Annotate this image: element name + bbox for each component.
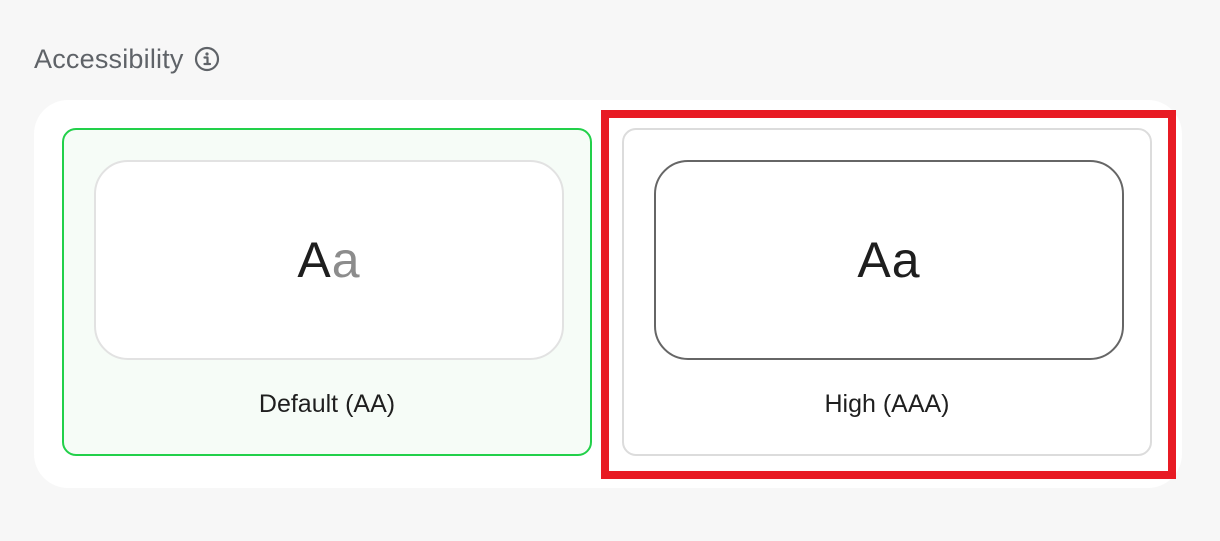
accessibility-header: Accessibility — [34, 40, 220, 78]
section-title: Accessibility — [34, 43, 184, 74]
accessibility-options-panel: Aa Default (AA) Aa High (AAA) — [34, 100, 1182, 488]
preview-lowercase: a — [331, 232, 361, 288]
preview-text-high: Aa — [857, 235, 920, 285]
info-circle-icon — [194, 46, 219, 72]
preview-text-default: Aa — [297, 235, 360, 285]
preview-lowercase: a — [891, 232, 921, 288]
preview-high: Aa — [654, 160, 1124, 360]
info-icon[interactable] — [194, 46, 220, 72]
option-label-default: Default (AA) — [258, 390, 396, 418]
preview-uppercase: A — [857, 232, 892, 288]
option-high-aaa[interactable]: Aa High (AAA) — [622, 128, 1152, 456]
option-label-high: High (AAA) — [824, 390, 950, 418]
preview-uppercase: A — [297, 232, 332, 288]
option-default-aa[interactable]: Aa Default (AA) — [62, 128, 592, 456]
preview-default: Aa — [94, 160, 564, 360]
